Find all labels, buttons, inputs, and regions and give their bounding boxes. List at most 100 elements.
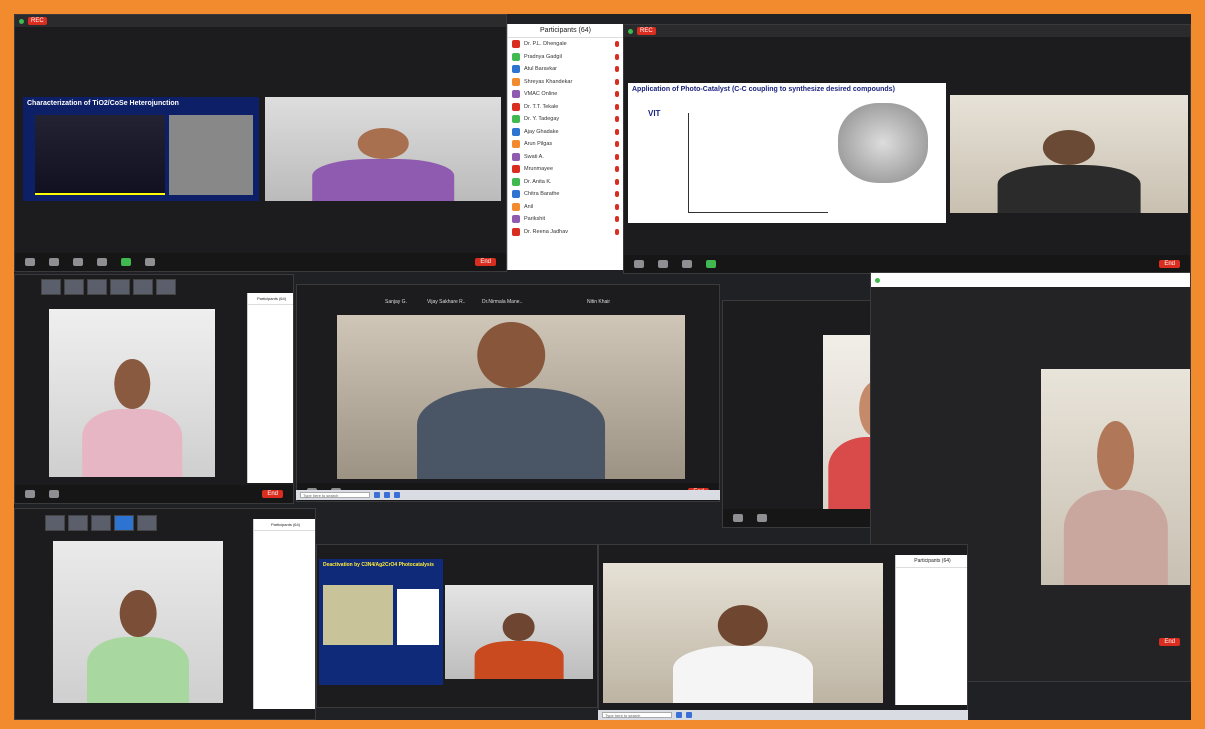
participant-thumbnail[interactable] — [110, 279, 130, 295]
participant-thumbnail[interactable] — [133, 279, 153, 295]
speaker-head — [1096, 420, 1135, 490]
muted-mic-icon — [615, 103, 619, 110]
mute-button[interactable] — [25, 258, 35, 266]
mute-button[interactable] — [25, 490, 35, 498]
participant-thumbnail[interactable] — [114, 515, 134, 531]
participant-name: Arun Pilgas — [524, 141, 553, 148]
start-video-button[interactable] — [49, 490, 59, 498]
participant-row[interactable]: Shreyas Khandekar — [508, 76, 623, 89]
participant-avatar-icon — [512, 215, 520, 224]
participant-thumbnail[interactable] — [45, 515, 65, 531]
participant-thumbnail[interactable] — [64, 279, 84, 295]
participant-row[interactable]: Dr. T.T. Tekale — [508, 101, 623, 114]
taskbar-app-icon[interactable] — [676, 712, 682, 718]
speaker-head — [717, 605, 769, 647]
participant-row[interactable]: Dr. P.L. Dhengale — [508, 38, 623, 51]
record-button[interactable] — [145, 258, 155, 266]
speaker-person — [474, 613, 564, 679]
gallery-strip — [45, 515, 157, 531]
recording-badge: REC — [637, 27, 656, 35]
participant-thumbnail[interactable] — [41, 279, 61, 295]
participants-panel-side: Participants (64) — [253, 519, 315, 709]
muted-mic-icon — [615, 53, 619, 60]
participants-panel-bottom: Participants (64) — [895, 555, 967, 705]
participant-row[interactable]: Dr. Y. Tadegay — [508, 113, 623, 126]
participant-row[interactable]: Mrunmayee — [508, 163, 623, 176]
speaker-head — [1043, 130, 1095, 166]
participant-thumbnail[interactable] — [87, 279, 107, 295]
taskbar-search-input[interactable]: Type here to search — [602, 712, 672, 718]
speaker-person — [312, 128, 454, 201]
mute-button[interactable] — [733, 514, 743, 522]
participant-thumbnail[interactable] — [91, 515, 111, 531]
active-status-icon — [19, 18, 24, 24]
speaker-kurta — [1063, 489, 1168, 585]
end-meeting-button[interactable]: End — [1159, 638, 1180, 646]
muted-mic-icon — [615, 153, 619, 160]
participant-thumbnail[interactable] — [137, 515, 157, 531]
sample-photo — [838, 103, 928, 183]
start-video-button[interactable] — [757, 514, 767, 522]
speaker-shirt — [87, 637, 189, 703]
participants-panel-side: Participants (64) — [247, 293, 293, 483]
end-meeting-button[interactable]: End — [475, 258, 496, 266]
participant-row[interactable]: Dr. Reena Jadhav — [508, 226, 623, 239]
participants-button[interactable] — [73, 258, 83, 266]
participant-row[interactable]: Swati A. — [508, 151, 623, 164]
participant-thumbnail[interactable] — [156, 279, 176, 295]
participant-row[interactable]: Parikshit — [508, 213, 623, 226]
speaker-jacket — [417, 387, 605, 479]
taskbar-app-icon[interactable] — [384, 492, 390, 498]
taskbar-app-icon[interactable] — [394, 492, 400, 498]
participant-row[interactable]: Chitra Barathe — [508, 188, 623, 201]
end-meeting-button[interactable]: End — [262, 490, 283, 498]
start-video-button[interactable] — [49, 258, 59, 266]
taskbar-app-icon[interactable] — [686, 712, 692, 718]
speaker-video-tile — [49, 309, 215, 477]
participant-name: Anil — [524, 203, 534, 210]
muted-mic-icon — [615, 203, 619, 210]
participant-name: Ajay Ghadake — [524, 128, 559, 135]
taskbar-app-icon[interactable] — [374, 492, 380, 498]
participant-row[interactable]: VMAC Online — [508, 88, 623, 101]
start-video-button[interactable] — [658, 260, 668, 268]
tile-name: Dr.Nirmala Mane.. — [482, 299, 523, 305]
participant-row[interactable]: Ajay Ghadake — [508, 126, 623, 139]
speaker-person — [673, 605, 813, 703]
muted-mic-icon — [615, 41, 619, 48]
shared-slide-photocatalyst: Application of Photo-Catalyst (C-C coupl… — [628, 83, 946, 223]
mute-button[interactable] — [634, 260, 644, 268]
participant-avatar-icon — [512, 152, 520, 161]
zoom-window-middle-left: Participants (64) End — [14, 274, 294, 504]
participant-row[interactable]: Dr. Anita K. — [508, 176, 623, 189]
end-meeting-button[interactable]: End — [1159, 260, 1180, 268]
participants-title: Participants (64) — [508, 24, 623, 38]
participant-thumbnail[interactable] — [68, 515, 88, 531]
participant-avatar-icon — [512, 102, 520, 111]
share-screen-button[interactable] — [706, 260, 716, 268]
chat-button[interactable] — [97, 258, 107, 266]
meeting-controls: End — [15, 253, 506, 271]
participant-row[interactable]: Arun Pilgas — [508, 138, 623, 151]
meeting-controls: End — [624, 255, 1190, 273]
participant-name: Pradnya Gadgil — [524, 53, 562, 60]
windows-taskbar: Type here to search — [296, 490, 720, 500]
shared-slide-characterization: Characterization of TiO2/CoSe Heterojunc… — [23, 97, 259, 201]
participant-row[interactable]: Atul Baravkar — [508, 63, 623, 76]
speaker-head — [477, 321, 545, 388]
participant-name: Mrunmayee — [524, 166, 554, 173]
muted-mic-icon — [615, 116, 619, 123]
participant-row[interactable]: Pradnya Gadgil — [508, 51, 623, 64]
speaker-video-tile — [445, 585, 593, 679]
slide-title: Deactivation by C3N4/Ag2CrO4 Photocataly… — [323, 562, 434, 568]
participants-button[interactable] — [682, 260, 692, 268]
taskbar-search-input[interactable]: Type here to search — [300, 492, 370, 498]
participant-avatar-icon — [512, 227, 520, 236]
participant-row[interactable]: Anil — [508, 201, 623, 214]
muted-mic-icon — [615, 178, 619, 185]
zoom-window-bottom-center: Deactivation by C3N4/Ag2CrO4 Photocataly… — [316, 544, 598, 708]
participant-name: VMAC Online — [524, 91, 558, 98]
share-screen-button[interactable] — [121, 258, 131, 266]
muted-mic-icon — [615, 66, 619, 73]
sample-vials-image — [323, 585, 393, 645]
